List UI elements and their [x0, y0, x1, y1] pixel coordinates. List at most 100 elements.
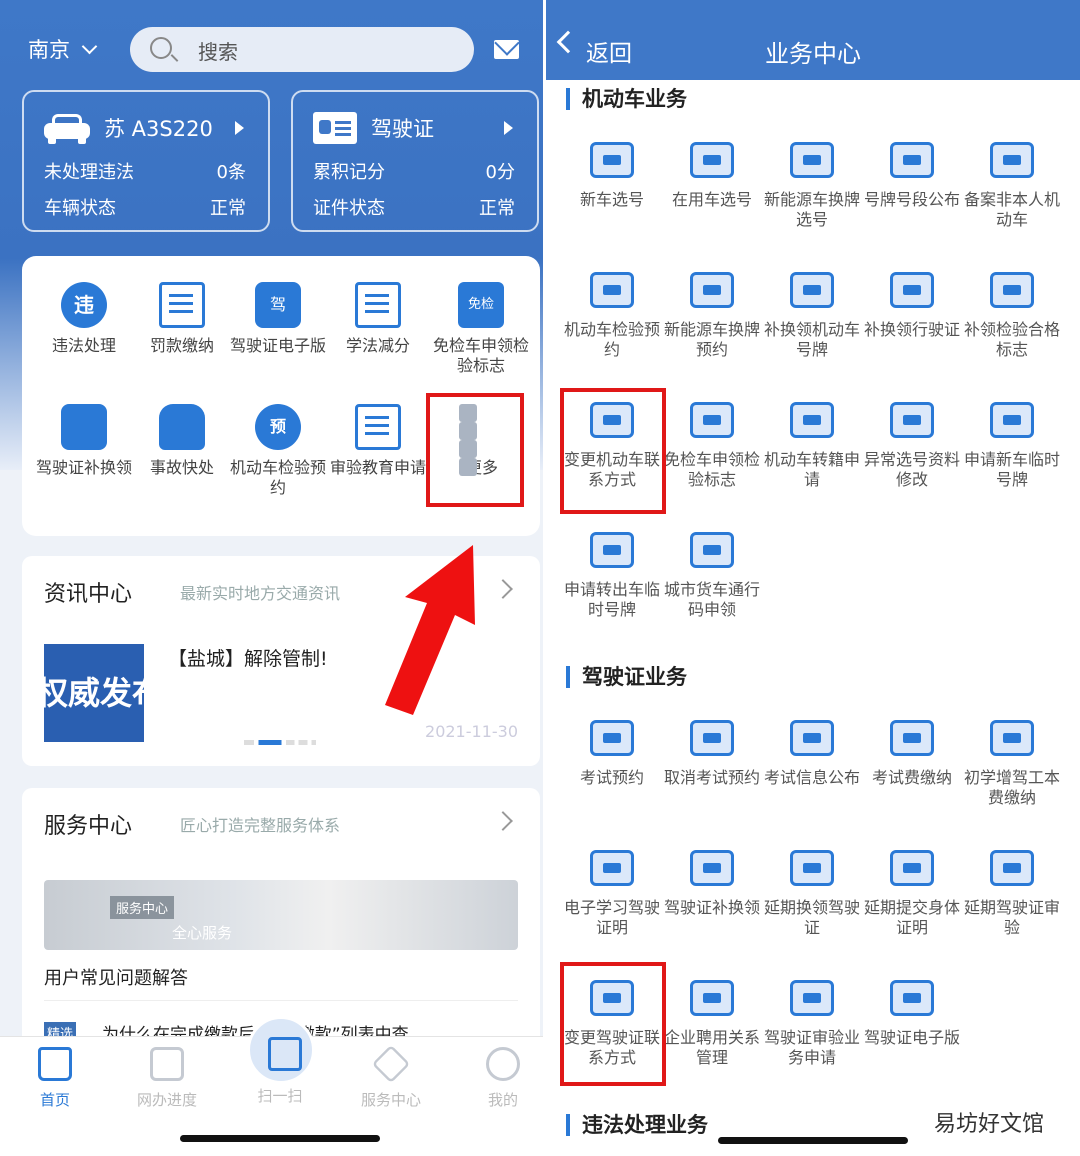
service-item[interactable]: 考试预约: [562, 720, 662, 788]
service-item-icon: [690, 720, 734, 756]
grid-item-license-renew[interactable]: 驾驶证补换领: [34, 404, 134, 478]
card-row-value: 正常: [479, 198, 515, 219]
service-item[interactable]: 在用车选号: [662, 142, 762, 210]
service-item-icon: [790, 850, 834, 886]
service-item[interactable]: 补领检验合格标志: [962, 272, 1062, 360]
tab-label: 首页: [39, 1091, 70, 1109]
progress-icon: [150, 1047, 184, 1081]
service-item-icon: [890, 272, 934, 308]
service-item-icon: [690, 980, 734, 1016]
service-item[interactable]: 企业聘用关系管理: [662, 980, 762, 1068]
service-item-label: 延期提交身体证明: [863, 898, 960, 937]
violation-icon: 违: [61, 282, 107, 328]
service-item[interactable]: 补换领机动车号牌: [762, 272, 862, 360]
service-item[interactable]: 申请新车临时号牌: [962, 402, 1062, 490]
license-card[interactable]: 驾驶证 累积记分 0分 证件状态 正常: [291, 90, 539, 232]
service-item[interactable]: 机动车转籍申请: [762, 402, 862, 490]
service-item-label: 新车选号: [579, 190, 644, 209]
service-item-icon: [590, 720, 634, 756]
tab-scan[interactable]: 扫一扫: [235, 1085, 325, 1106]
service-item[interactable]: 驾驶证补换领: [662, 850, 762, 918]
tab-label: 网办进度: [136, 1091, 197, 1109]
service-item[interactable]: 延期驾驶证审验: [962, 850, 1062, 938]
service-image-caption: 全心服务: [172, 924, 233, 942]
service-item[interactable]: 取消考试预约: [662, 720, 762, 788]
pager-dots: [244, 740, 316, 745]
grid-label: 机动车检验预约: [230, 458, 327, 497]
service-item[interactable]: 新车选号: [562, 142, 662, 210]
service-item-icon: [890, 720, 934, 756]
service-item-icon: [890, 142, 934, 178]
service-item[interactable]: 申请转出车临时号牌: [562, 532, 662, 620]
card-row-label: 证件状态: [313, 198, 385, 219]
service-item-label: 机动车转籍申请: [763, 450, 860, 489]
service-item[interactable]: 考试费缴纳: [862, 720, 962, 788]
home-indicator: [180, 1135, 380, 1142]
service-item[interactable]: 延期换领驾驶证: [762, 850, 862, 938]
grid-item-accident[interactable]: 事故快处: [132, 404, 232, 478]
tab-profile[interactable]: 我的: [458, 1047, 546, 1110]
card-row-label: 未处理违法: [44, 162, 134, 183]
grid-item-book[interactable]: 学法减分: [328, 282, 428, 356]
service-item-icon: [890, 402, 934, 438]
service-item[interactable]: 城市货车通行码申领: [662, 532, 762, 620]
service-item[interactable]: 驾驶证审验业务申请: [762, 980, 862, 1068]
service-item[interactable]: 初学增驾工本费缴纳: [962, 720, 1062, 808]
grid-label: 免检车申领检验标志: [432, 336, 529, 375]
news-image: 权威发布: [44, 644, 144, 742]
service-item[interactable]: 免检车申领检验标志: [662, 402, 762, 490]
tab-service[interactable]: 服务中心: [346, 1044, 436, 1110]
grid-item-exempt[interactable]: 免检免检车申领检验标志: [426, 282, 536, 376]
service-item-icon: [890, 850, 934, 886]
tab-home[interactable]: 首页: [10, 1047, 100, 1110]
service-item[interactable]: 号牌号段公布: [862, 142, 962, 210]
service-item-icon: [790, 272, 834, 308]
service-item[interactable]: 驾驶证电子版: [862, 980, 962, 1048]
card-row-value: 正常: [210, 198, 246, 219]
plate-number: 苏 A3S220: [104, 117, 213, 141]
scan-icon[interactable]: [247, 1016, 315, 1084]
tab-progress[interactable]: 网办进度: [122, 1047, 212, 1110]
grid-item-violation[interactable]: 违违法处理: [34, 282, 134, 356]
city-selector[interactable]: 南京: [28, 34, 98, 64]
divider: [44, 1000, 518, 1001]
service-item-icon: [690, 850, 734, 886]
service-item[interactable]: 机动车检验预约: [562, 272, 662, 360]
service-item[interactable]: 补换领行驶证: [862, 272, 962, 340]
service-item-label: 城市货车通行码申领: [663, 580, 760, 619]
service-item[interactable]: 考试信息公布: [762, 720, 862, 788]
card-row-label: 累积记分: [313, 162, 385, 183]
service-item-icon: [990, 402, 1034, 438]
service-item-label: 取消考试预约: [663, 768, 760, 787]
section-title: 服务中心: [44, 814, 133, 839]
service-item[interactable]: 新能源车换牌预约: [662, 272, 762, 360]
service-section[interactable]: 服务中心 匠心打造完整服务体系 服务中心 全心服务 用户常见问题解答 精选 为什…: [22, 788, 540, 1048]
service-item[interactable]: 备案非本人机动车: [962, 142, 1062, 230]
grid-item-e-license[interactable]: 驾驾驶证电子版: [230, 282, 326, 356]
mail-icon[interactable]: [494, 40, 519, 59]
news-headline[interactable]: 【盐城】解除管制!: [168, 644, 328, 671]
service-item[interactable]: 新能源车换牌选号: [762, 142, 862, 230]
nav-header: 返回 业务中心: [546, 0, 1080, 80]
vehicle-card[interactable]: 苏 A3S220 未处理违法 0条 车辆状态 正常: [22, 90, 270, 232]
service-item-label: 企业聘用关系管理: [663, 1028, 760, 1067]
tab-label: 我的: [487, 1091, 518, 1109]
service-item[interactable]: 异常选号资料修改: [862, 402, 962, 490]
exempt-icon: 免检: [458, 282, 504, 328]
service-item-label: 申请转出车临时号牌: [563, 580, 660, 619]
section-subtitle: 最新实时地方交通资讯: [180, 584, 341, 603]
service-item[interactable]: 延期提交身体证明: [862, 850, 962, 938]
service-item[interactable]: 电子学习驾驶证明: [562, 850, 662, 938]
service-item-icon: [590, 142, 634, 178]
grid-item-fine[interactable]: 罚款缴纳: [132, 282, 232, 356]
grid-item-inspection[interactable]: 预机动车检验预约: [230, 404, 326, 498]
tab-label: 服务中心: [360, 1091, 421, 1109]
service-item-icon: [790, 980, 834, 1016]
faq-title[interactable]: 用户常见问题解答: [44, 964, 188, 990]
home-icon: [38, 1047, 72, 1081]
book-icon: [355, 282, 401, 328]
search-input[interactable]: 搜索: [130, 27, 474, 72]
service-item-label: 异常选号资料修改: [863, 450, 960, 489]
service-item-label: 备案非本人机动车: [963, 190, 1060, 229]
grid-item-document[interactable]: 审验教育申请: [328, 404, 428, 478]
